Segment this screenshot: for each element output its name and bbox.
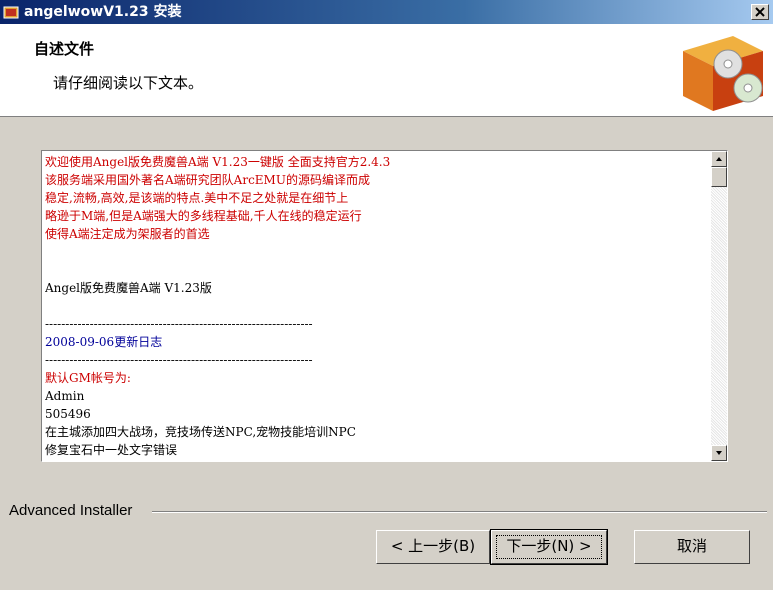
cancel-button[interactable]: 取消: [634, 530, 750, 564]
readme-line: [45, 243, 709, 261]
readme-line: 欢迎使用Angel版免费魔兽A端 V1.23一键版 全面支持官方2.4.3: [45, 155, 391, 169]
readme-line: 使得A端注定成为架服者的首选: [45, 227, 210, 241]
readme-line: [45, 459, 709, 461]
brand-label: Advanced Installer: [9, 502, 137, 519]
scroll-up-button[interactable]: [711, 151, 727, 167]
header-panel: 自述文件 请仔细阅读以下文本。: [0, 24, 773, 117]
readme-line: 略逊于M端,但是A端强大的多线程基础,千人在线的稳定运行: [45, 209, 362, 223]
title-bar: angelwowV1.23 安装: [0, 0, 773, 24]
readme-line: 默认GM帐号为:: [45, 371, 131, 385]
readme-line: ----------------------------------------…: [45, 317, 313, 331]
focus-rectangle: [496, 535, 602, 559]
page-subtitle: 请仔细阅读以下文本。: [53, 74, 204, 92]
installer-icon: [3, 6, 19, 19]
readme-line: 修复宝石中一处文字错误: [45, 443, 178, 457]
readme-line: 该服务端采用国外著名A端研究团队ArcEMU的源码编译而成: [45, 173, 370, 187]
next-button[interactable]: 下一步(N) >: [490, 529, 608, 565]
readme-line: ----------------------------------------…: [45, 353, 313, 367]
readme-line: Admin: [45, 389, 85, 403]
readme-textbox[interactable]: 欢迎使用Angel版免费魔兽A端 V1.23一键版 全面支持官方2.4.3 该服务…: [41, 150, 728, 462]
readme-text: 欢迎使用Angel版免费魔兽A端 V1.23一键版 全面支持官方2.4.3 该服务…: [45, 153, 709, 461]
footer-divider: [152, 511, 767, 513]
back-button[interactable]: < 上一步(B): [376, 530, 490, 564]
window-title: angelwowV1.23 安装: [24, 4, 182, 20]
readme-line: [45, 261, 709, 279]
box-cd-logo: [683, 36, 763, 111]
readme-line: [45, 297, 709, 315]
close-button[interactable]: [751, 4, 769, 20]
arrow-down-icon: [716, 451, 722, 455]
scroll-thumb[interactable]: [711, 167, 727, 187]
readme-line: 2008-09-06更新日志: [45, 335, 163, 349]
vertical-scrollbar[interactable]: [711, 151, 727, 461]
readme-line: 505496: [45, 407, 91, 421]
page-title: 自述文件: [34, 40, 95, 58]
readme-line: Angel版免费魔兽A端 V1.23版: [45, 281, 212, 295]
arrow-up-icon: [716, 157, 722, 161]
readme-line: 在主城添加四大战场，竞技场传送NPC,宠物技能培训NPC: [45, 425, 356, 439]
close-icon: [755, 7, 765, 17]
scroll-down-button[interactable]: [711, 445, 727, 461]
readme-line: 稳定,流畅,高效,是该端的特点.美中不足之处就是在细节上: [45, 191, 349, 205]
